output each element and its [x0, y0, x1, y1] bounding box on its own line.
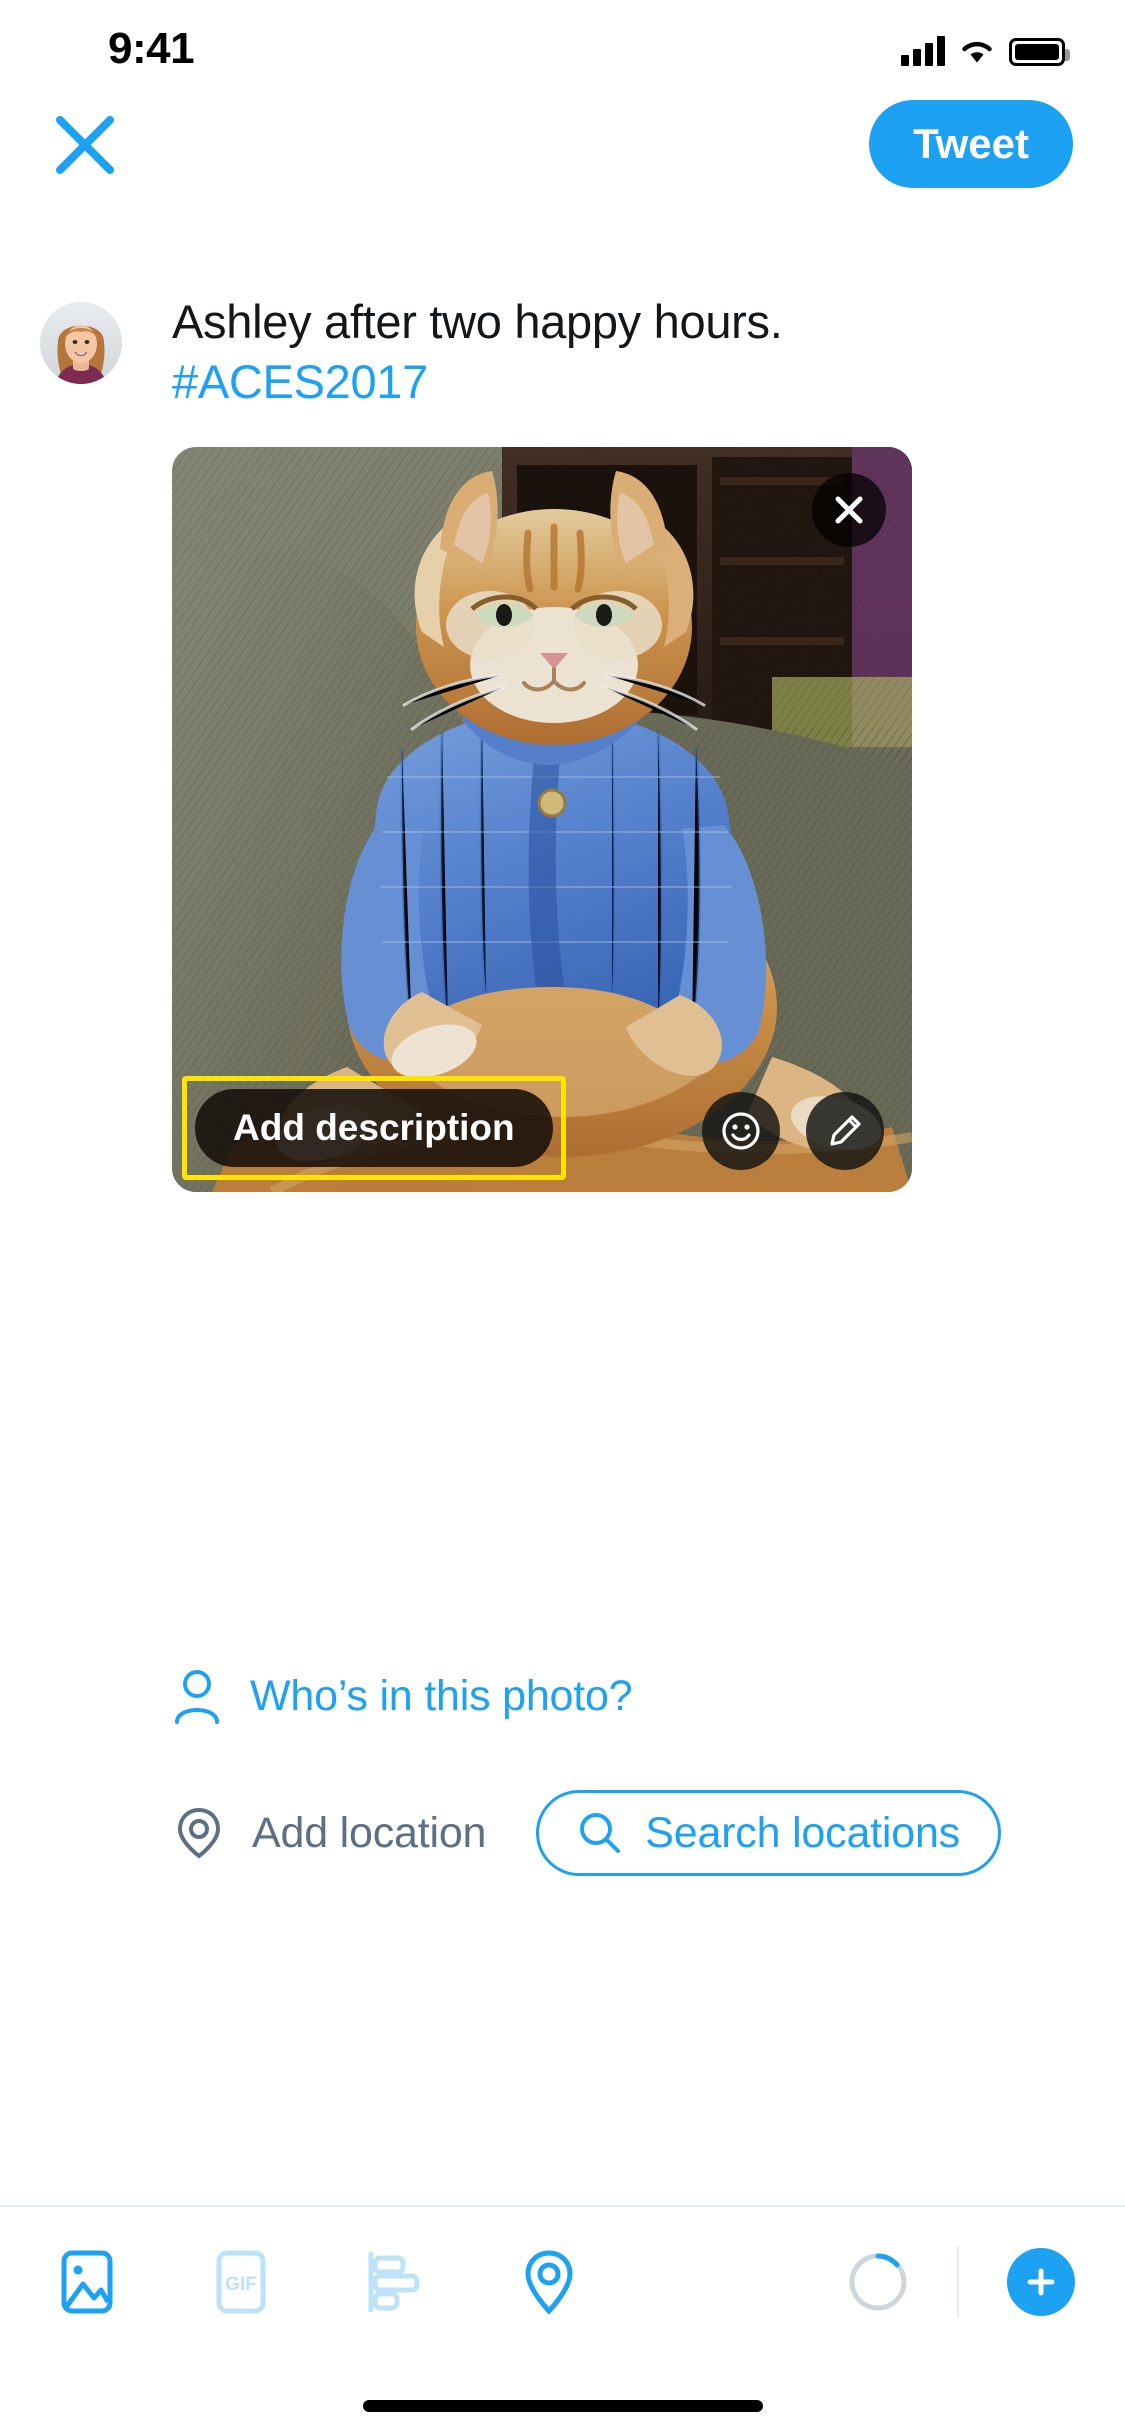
tweet-body: Ashley after two happy hours.	[172, 295, 783, 348]
close-icon[interactable]	[52, 112, 118, 178]
tag-people-row[interactable]: Who’s in this photo?	[172, 1668, 633, 1724]
status-bar: 9:41	[0, 0, 1125, 88]
gif-label: GIF	[225, 2274, 257, 2295]
location-pin-icon[interactable]	[172, 1804, 226, 1862]
status-icons	[901, 30, 1070, 66]
search-locations-button[interactable]: Search locations	[536, 1790, 1001, 1876]
add-description-highlight: Add description	[182, 1076, 566, 1180]
search-locations-label: Search locations	[645, 1808, 960, 1857]
edit-photo-button[interactable]	[806, 1092, 884, 1170]
battery-full-icon	[1009, 38, 1070, 66]
tweet-compose-screen: 9:41 Tweet Ashley after two happy hours.…	[0, 0, 1125, 2436]
toolbar-separator	[957, 2246, 959, 2318]
compose-toolbar: GIF	[0, 2207, 1125, 2357]
person-icon	[175, 1670, 219, 1724]
cellular-bars-icon	[901, 36, 945, 66]
plus-icon	[1027, 2268, 1055, 2296]
tweet-button[interactable]: Tweet	[869, 100, 1073, 188]
toolbar-right-group	[847, 2246, 1075, 2318]
tag-people-label: Who’s in this photo?	[250, 1671, 633, 1720]
add-gif-button[interactable]: GIF	[208, 2249, 274, 2315]
smiley-face-icon	[722, 1112, 760, 1150]
search-icon	[580, 1813, 621, 1853]
poll-icon	[368, 2251, 420, 2313]
close-x-icon	[835, 496, 863, 524]
toolbar-icon-group: GIF	[54, 2249, 582, 2315]
remove-photo-button[interactable]	[812, 473, 886, 547]
home-indicator	[362, 2400, 763, 2412]
avatar[interactable]	[40, 302, 122, 384]
location-pin-icon	[525, 2250, 573, 2315]
add-location-label[interactable]: Add location	[252, 1809, 486, 1858]
add-location-button[interactable]	[516, 2249, 582, 2315]
gif-icon: GIF	[216, 2250, 266, 2314]
pencil-icon	[830, 1115, 861, 1146]
wifi-icon	[959, 38, 995, 66]
add-tweet-button[interactable]	[1007, 2248, 1075, 2316]
sticker-button[interactable]	[702, 1092, 780, 1170]
add-poll-button[interactable]	[362, 2249, 428, 2315]
tweet-text[interactable]: Ashley after two happy hours. #ACES2017	[172, 292, 912, 412]
tweet-hashtag[interactable]: #ACES2017	[172, 355, 428, 408]
location-row: Add location Search locations	[172, 1790, 1001, 1876]
attached-photo[interactable]: Add description	[172, 447, 912, 1192]
photo-tools	[702, 1092, 884, 1170]
character-count-circle-icon	[849, 2253, 907, 2311]
nav-bar: Tweet	[0, 88, 1125, 200]
add-photo-button[interactable]	[54, 2249, 120, 2315]
photo-icon	[61, 2250, 113, 2314]
add-description-button[interactable]: Add description	[195, 1089, 553, 1167]
status-time: 9:41	[108, 24, 195, 73]
